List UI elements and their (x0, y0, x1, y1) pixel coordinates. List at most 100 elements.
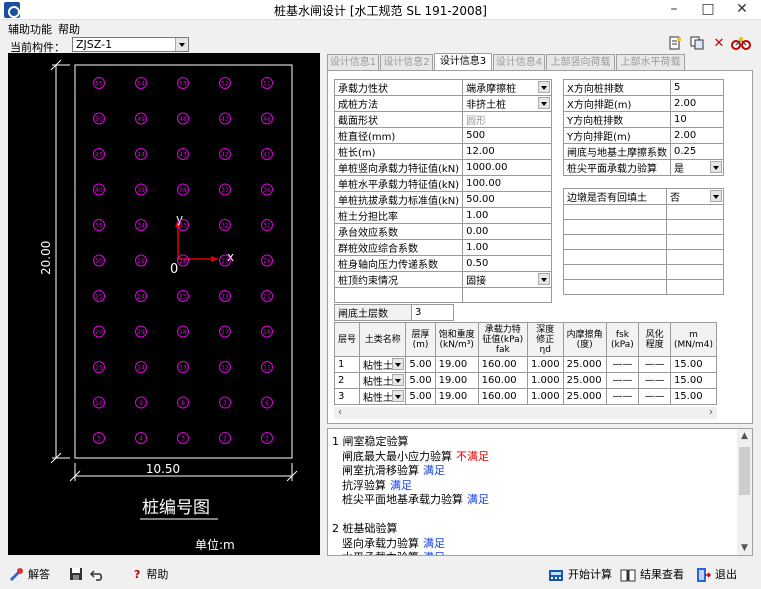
menu-help[interactable]: 帮助 (58, 21, 80, 37)
soil-cell[interactable]: 1.000 (526, 372, 564, 389)
chevron-down-icon[interactable] (392, 390, 405, 402)
soil-cell[interactable]: 19.00 (434, 372, 479, 389)
layout-param-input[interactable]: 5 (670, 79, 724, 96)
chevron-down-icon[interactable] (175, 38, 188, 51)
layout-param-input[interactable]: 0.25 (670, 143, 724, 160)
pile-number: 18 (179, 329, 187, 336)
soil-cell-value: —— (612, 391, 633, 402)
soil-type-select[interactable]: 粘性土 (359, 356, 407, 373)
layout-param-input[interactable]: 2.00 (670, 95, 724, 112)
chevron-down-icon[interactable] (392, 374, 405, 386)
soil-column-header: 承载力特 征值(kPa) fak (477, 322, 528, 357)
pile-param-input[interactable]: 100.00 (462, 175, 552, 192)
soil-cell[interactable]: —— (605, 356, 640, 373)
chevron-down-icon[interactable] (710, 161, 722, 173)
pile-param-input[interactable]: 0.50 (462, 255, 552, 272)
soil-cell[interactable]: 25.000 (562, 372, 607, 389)
tab-design-info-2[interactable]: 设计信息2 (380, 54, 433, 70)
layout-param-input[interactable]: 2.00 (670, 127, 724, 144)
soil-cell[interactable]: —— (605, 372, 640, 389)
soil-cell[interactable]: —— (638, 388, 671, 405)
minimize-button[interactable]: – (657, 0, 691, 20)
soil-cell[interactable]: 19.00 (434, 388, 479, 405)
pile-param-input[interactable]: 0.00 (462, 223, 552, 240)
soil-cell[interactable]: —— (638, 356, 671, 373)
pile-param-select[interactable]: 端承摩擦桩 (462, 79, 552, 96)
soil-cell[interactable]: 15.00 (669, 372, 718, 389)
layout-param-input[interactable]: 10 (670, 111, 724, 128)
soil-cell[interactable]: 160.00 (477, 356, 528, 373)
soil-cell[interactable]: 15.00 (669, 356, 718, 373)
bike-icon[interactable] (731, 36, 751, 52)
pile-number: 49 (137, 116, 145, 123)
scrollbar-thumb[interactable] (739, 447, 750, 495)
tab-horizontal-load[interactable]: 上部水平荷载 (616, 54, 685, 70)
layout-param-label: 闸底与地基土摩擦系数 (563, 143, 671, 160)
answer-button[interactable]: 解答 (8, 566, 50, 583)
soil-cell: 2 (333, 372, 361, 389)
tab-design-info-3[interactable]: 设计信息3 (434, 53, 492, 71)
pile-param-input[interactable]: 1.00 (462, 239, 552, 256)
soil-cell[interactable]: 160.00 (477, 372, 528, 389)
undo-button[interactable] (90, 566, 110, 582)
soil-column-header-text: 承载力特 (484, 324, 521, 335)
soil-cell[interactable]: 5.00 (405, 372, 436, 389)
soil-layer-count-input[interactable]: 3 (411, 304, 454, 321)
chevron-right-icon[interactable]: › (705, 407, 717, 419)
soil-cell[interactable]: 25.000 (562, 356, 607, 373)
result-text: 1 闸室稳定验算 (332, 435, 409, 448)
soil-cell[interactable]: 1.000 (526, 388, 564, 405)
pile-param-input[interactable]: 500 (462, 127, 552, 144)
pile-param-label: 单桩水平承载力特征值(kN) (333, 175, 464, 192)
delete-icon[interactable]: ✕ (711, 36, 727, 52)
soil-table-hscrollbar[interactable]: ‹ › (334, 407, 717, 419)
soil-cell[interactable]: 1.000 (526, 356, 564, 373)
start-calc-button[interactable]: 开始计算 (548, 566, 612, 583)
pile-param-input[interactable]: 12.00 (462, 143, 552, 160)
empty-cell (666, 279, 724, 295)
new-document-icon[interactable] (667, 36, 683, 52)
soil-cell[interactable]: —— (638, 372, 671, 389)
tab-design-info-1[interactable]: 设计信息1 (327, 54, 379, 70)
soil-cell[interactable]: 5.00 (405, 356, 436, 373)
chevron-down-icon[interactable]: ▼ (737, 541, 752, 555)
view-results-button[interactable]: 结果查看 (620, 566, 684, 583)
soil-type-select[interactable]: 粘性土 (359, 388, 407, 405)
pile-param-select[interactable]: 非挤土桩 (462, 95, 552, 112)
soil-cell-value: 1.000 (530, 359, 560, 370)
results-vscrollbar[interactable]: ▲ ▼ (737, 429, 752, 555)
save-button[interactable] (68, 566, 88, 582)
pile-param-input[interactable]: 50.00 (462, 191, 552, 208)
chevron-down-icon[interactable] (538, 273, 550, 285)
soil-cell[interactable]: 25.000 (562, 388, 607, 405)
tab-design-info-4[interactable]: 设计信息4 (493, 54, 545, 70)
maximize-button[interactable]: □ (691, 0, 725, 20)
results-panel[interactable]: 1 闸室稳定验算 闸底最大最小应力验算 不满足 闸室抗滑移验算 满足 抗浮验算 满足 桩尖平面… (327, 428, 753, 556)
soil-cell[interactable]: —— (605, 388, 640, 405)
exit-button[interactable]: 退出 (695, 566, 737, 583)
chevron-down-icon[interactable] (710, 190, 722, 202)
chevron-down-icon[interactable] (392, 358, 405, 370)
copy-icon[interactable] (689, 36, 705, 52)
tab-vertical-load[interactable]: 上部竖向荷载 (546, 54, 615, 70)
chevron-left-icon[interactable]: ‹ (334, 407, 346, 419)
layout-param-select[interactable]: 是 (670, 159, 724, 176)
soil-cell[interactable]: 15.00 (669, 388, 718, 405)
close-button[interactable]: ✕ (725, 0, 759, 20)
soil-cell[interactable]: 160.00 (477, 388, 528, 405)
soil-type-select[interactable]: 粘性土 (359, 372, 407, 389)
help-button[interactable]: ? 帮助 (134, 566, 168, 582)
soil-cell[interactable]: 5.00 (405, 388, 436, 405)
backfill-select[interactable]: 否 (666, 188, 724, 205)
menu-aux-functions[interactable]: 辅助功能 (8, 21, 52, 37)
pile-param-input[interactable]: 1000.00 (462, 159, 552, 176)
component-select[interactable]: ZJSZ-1 (72, 37, 189, 52)
soil-cell[interactable]: 19.00 (434, 356, 479, 373)
pile-param-select[interactable]: 固接 (462, 271, 552, 288)
chevron-down-icon[interactable] (538, 81, 550, 93)
pile-param-input[interactable]: 1.00 (462, 207, 552, 224)
result-text: 竖向承载力验算 (342, 536, 419, 550)
chevron-down-icon[interactable] (538, 97, 550, 109)
chevron-up-icon[interactable]: ▲ (737, 429, 752, 443)
pile-number: 29 (137, 258, 145, 265)
